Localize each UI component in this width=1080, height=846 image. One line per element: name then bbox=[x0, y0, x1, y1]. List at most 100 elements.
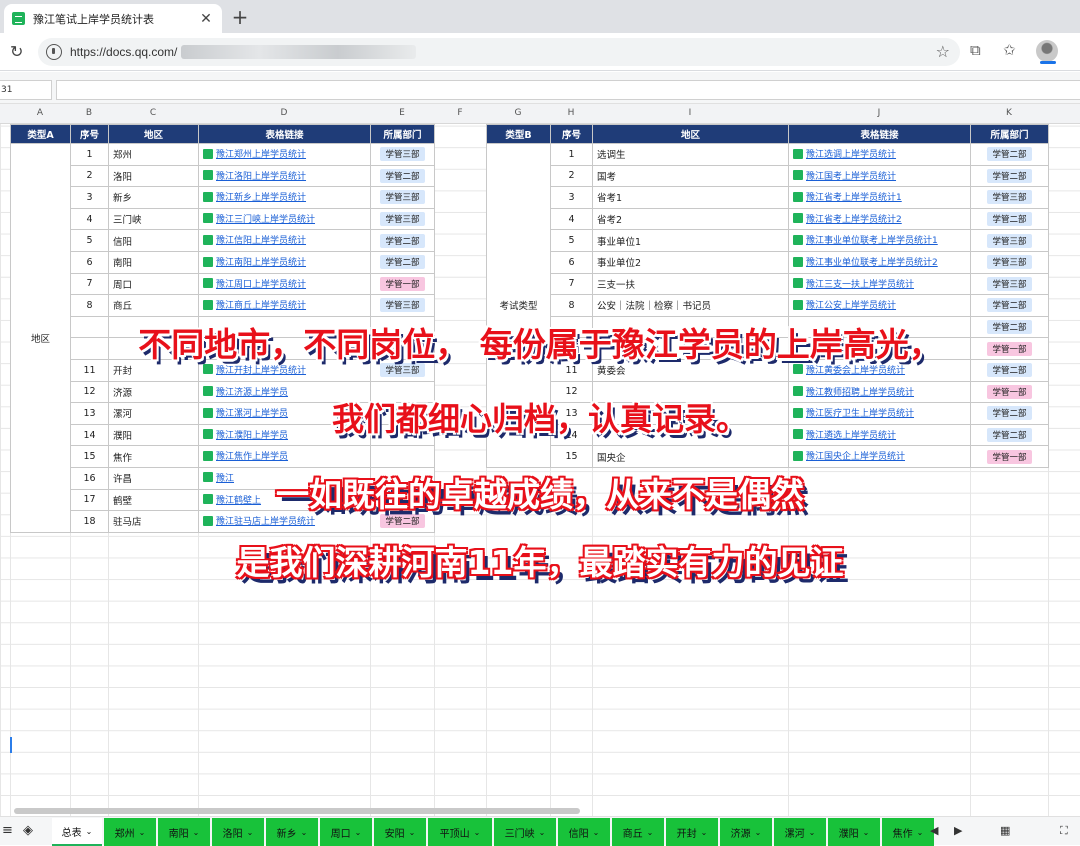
index-cell[interactable]: 7 bbox=[550, 272, 593, 296]
sheet-link[interactable]: 豫江国考上岸学员统计 bbox=[793, 169, 896, 182]
chevron-down-icon[interactable]: ⌄ bbox=[917, 828, 924, 837]
fullscreen-icon[interactable]: ⛶ bbox=[1060, 824, 1068, 838]
column-header-e[interactable]: E bbox=[370, 108, 434, 118]
formula-input[interactable] bbox=[56, 80, 1080, 100]
link-cell[interactable]: 豫江南阳上岸学员统计 bbox=[198, 250, 371, 274]
sheet-link[interactable]: 豫江新乡上岸学员统计 bbox=[203, 190, 306, 203]
dept-cell[interactable]: 学管二部 bbox=[970, 294, 1049, 317]
horizontal-scrollbar[interactable] bbox=[14, 808, 580, 814]
extensions-icon[interactable]: ⧉ bbox=[970, 41, 981, 59]
index-cell[interactable]: 5 bbox=[550, 229, 593, 252]
link-cell[interactable]: 豫江新乡上岸学员统计 bbox=[198, 186, 371, 209]
region-cell[interactable]: 南阳 bbox=[108, 250, 199, 274]
region-cell[interactable]: 周口 bbox=[108, 272, 199, 296]
sheet-tab[interactable]: 开封 ⌄ bbox=[666, 818, 718, 846]
close-tab-icon[interactable]: ✕ bbox=[198, 11, 214, 27]
scroll-left-icon[interactable]: ◀ bbox=[930, 824, 938, 837]
link-cell[interactable]: 豫江事业单位联考上岸学员统计2 bbox=[788, 250, 971, 274]
link-cell[interactable]: 豫江周口上岸学员统计 bbox=[198, 272, 371, 296]
sheet-link[interactable]: 豫江周口上岸学员统计 bbox=[203, 277, 306, 290]
link-cell[interactable]: 豫江公安上岸学员统计 bbox=[788, 294, 971, 317]
link-cell[interactable]: 豫江商丘上岸学员统计 bbox=[198, 294, 371, 317]
sheet-link[interactable]: 豫江省考上岸学员统计2 bbox=[793, 212, 902, 225]
chevron-down-icon[interactable]: ⌄ bbox=[539, 828, 546, 837]
sheet-tab[interactable]: 周口 ⌄ bbox=[320, 818, 372, 846]
index-cell[interactable]: 7 bbox=[70, 272, 109, 296]
chevron-down-icon[interactable]: ⌄ bbox=[474, 828, 481, 837]
dept-cell[interactable]: 学管三部 bbox=[970, 250, 1049, 274]
chevron-down-icon[interactable]: ⌄ bbox=[193, 828, 200, 837]
link-cell[interactable]: 豫江三门峡上岸学员统计 bbox=[198, 207, 371, 231]
dept-cell[interactable]: 学管二部 bbox=[370, 250, 435, 274]
sheet-link[interactable]: 豫江郑州上岸学员统计 bbox=[203, 147, 306, 160]
index-cell[interactable]: 6 bbox=[550, 250, 593, 274]
dept-cell[interactable]: 学管三部 bbox=[370, 207, 435, 231]
sheet-tab[interactable]: 济源 ⌄ bbox=[720, 818, 772, 846]
sheet-link[interactable]: 豫江洛阳上岸学员统计 bbox=[203, 169, 306, 182]
index-cell[interactable]: 8 bbox=[70, 294, 109, 317]
dept-cell[interactable]: 学管一部 bbox=[970, 445, 1049, 468]
index-cell[interactable]: 3 bbox=[70, 186, 109, 209]
index-cell[interactable]: 15 bbox=[70, 445, 109, 468]
region-cell[interactable]: 国考 bbox=[592, 164, 789, 188]
dept-cell[interactable]: 学管三部 bbox=[370, 294, 435, 317]
sheet-tab[interactable]: 南阳 ⌄ bbox=[158, 818, 210, 846]
sheet-tab[interactable]: 平顶山 ⌄ bbox=[428, 818, 492, 846]
sheet-tab[interactable]: 新乡 ⌄ bbox=[266, 818, 318, 846]
chevron-down-icon[interactable]: ⌄ bbox=[301, 828, 308, 837]
region-cell[interactable]: 三支一扶 bbox=[592, 272, 789, 296]
chevron-down-icon[interactable]: ⌄ bbox=[139, 828, 146, 837]
index-cell[interactable]: 2 bbox=[550, 164, 593, 188]
column-header-f[interactable]: F bbox=[434, 108, 486, 118]
dept-cell[interactable]: 学管二部 bbox=[370, 229, 435, 252]
sheet-tab[interactable]: 信阳 ⌄ bbox=[558, 818, 610, 846]
address-bar[interactable]: https://docs.qq.com/ ☆ bbox=[38, 38, 960, 66]
link-cell[interactable]: 豫江焦作上岸学员 bbox=[198, 445, 371, 468]
new-tab-icon[interactable]: + bbox=[230, 5, 250, 29]
dept-cell[interactable]: 学管三部 bbox=[370, 143, 435, 166]
scroll-right-icon[interactable]: ▶ bbox=[954, 824, 962, 837]
chevron-down-icon[interactable]: ⌄ bbox=[355, 828, 362, 837]
refresh-icon[interactable]: ↻ bbox=[10, 42, 23, 61]
region-cell[interactable]: 国央企 bbox=[592, 445, 789, 468]
column-header-c[interactable]: C bbox=[108, 108, 198, 118]
region-cell[interactable]: 选调生 bbox=[592, 143, 789, 166]
bookmark-star-icon[interactable]: ☆ bbox=[936, 42, 950, 61]
sheet-link[interactable]: 豫江三支一扶上岸学员统计 bbox=[793, 277, 914, 290]
dept-cell[interactable]: 学管一部 bbox=[370, 272, 435, 296]
column-header-d[interactable]: D bbox=[198, 108, 370, 118]
name-box[interactable]: 31 bbox=[0, 80, 52, 100]
index-cell[interactable]: 15 bbox=[550, 445, 593, 468]
region-cell[interactable]: 公安｜法院｜检察｜书记员 bbox=[592, 294, 789, 317]
dept-cell[interactable]: 学管二部 bbox=[970, 143, 1049, 166]
region-cell[interactable]: 事业单位1 bbox=[592, 229, 789, 252]
sheet-link[interactable]: 豫江公安上岸学员统计 bbox=[793, 298, 896, 311]
dept-cell[interactable]: 学管二部 bbox=[370, 164, 435, 188]
link-cell[interactable]: 豫江省考上岸学员统计1 bbox=[788, 186, 971, 209]
chevron-down-icon[interactable]: ⌄ bbox=[809, 828, 816, 837]
index-cell[interactable]: 4 bbox=[550, 207, 593, 231]
sheet-link[interactable]: 豫江商丘上岸学员统计 bbox=[203, 298, 306, 311]
index-cell[interactable]: 5 bbox=[70, 229, 109, 252]
link-cell[interactable]: 豫江国考上岸学员统计 bbox=[788, 164, 971, 188]
site-info-icon[interactable] bbox=[46, 44, 62, 60]
region-cell[interactable]: 洛阳 bbox=[108, 164, 199, 188]
column-header-j[interactable]: J bbox=[788, 108, 970, 118]
region-cell[interactable]: 郑州 bbox=[108, 143, 199, 166]
column-header-h[interactable]: H bbox=[550, 108, 592, 118]
dept-cell[interactable]: 学管二部 bbox=[970, 164, 1049, 188]
region-cell[interactable]: 焦作 bbox=[108, 445, 199, 468]
sheet-link[interactable]: 豫江国央企上岸学员统计 bbox=[793, 449, 905, 462]
index-cell[interactable]: 2 bbox=[70, 164, 109, 188]
favorites-icon[interactable]: ✩ bbox=[1003, 41, 1016, 59]
region-cell[interactable]: 新乡 bbox=[108, 186, 199, 209]
sheet-link[interactable]: 豫江事业单位联考上岸学员统计1 bbox=[793, 233, 938, 246]
sheet-tab[interactable]: 濮阳 ⌄ bbox=[828, 818, 880, 846]
chevron-down-icon[interactable]: ⌄ bbox=[86, 827, 93, 836]
sheet-tab[interactable]: 三门峡 ⌄ bbox=[494, 818, 556, 846]
region-cell[interactable]: 三门峡 bbox=[108, 207, 199, 231]
sheet-tab[interactable]: 焦作 ⌄ bbox=[882, 818, 934, 846]
sheet-tab[interactable]: 郑州 ⌄ bbox=[104, 818, 156, 846]
region-cell[interactable]: 省考2 bbox=[592, 207, 789, 231]
sheet-link[interactable]: 豫江事业单位联考上岸学员统计2 bbox=[793, 255, 938, 268]
